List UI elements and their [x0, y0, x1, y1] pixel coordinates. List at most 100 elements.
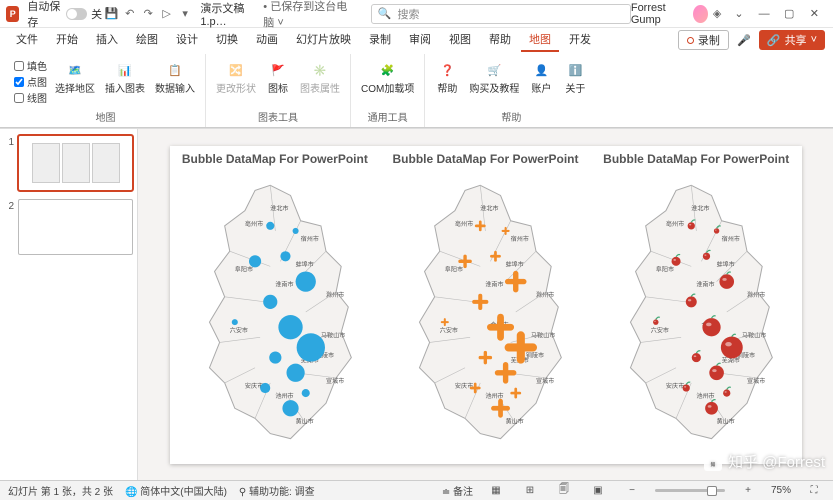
accessibility-status[interactable]: ⚲ 辅助功能: 调查 — [239, 483, 315, 498]
save-icon[interactable]: 💾 — [102, 3, 120, 25]
insert-chart-button[interactable]: 📊插入图表 — [101, 56, 149, 97]
undo-icon[interactable]: ↶ — [121, 3, 139, 25]
svg-text:亳州市: 亳州市 — [666, 219, 684, 227]
toggle-switch-icon[interactable] — [66, 8, 87, 20]
svg-text:宣城市: 宣城市 — [747, 376, 765, 384]
save-status[interactable]: • 已保存到这台电脑 ˅ — [263, 0, 351, 30]
slide-canvas[interactable]: Bubble DataMap For PowerPoint 淮北市亳州市宿州市蚌… — [138, 129, 833, 480]
svg-text:淮南市: 淮南市 — [275, 280, 293, 288]
thumbnail-1[interactable] — [18, 135, 133, 191]
data-input-icon: 📋 — [163, 58, 187, 82]
slide-counter[interactable]: 幻灯片 第 1 张，共 2 张 — [8, 483, 113, 498]
tab-insert[interactable]: 插入 — [88, 28, 126, 52]
com-addin-button[interactable]: 🧩COM加载项 — [357, 56, 418, 97]
region-icon: 🗺️ — [63, 58, 87, 82]
slideshow-view-icon[interactable]: ▣ — [587, 483, 609, 499]
ribbon-group-map: 填色 点图 线图 🗺️选择地区 📊插入图表 📋数据输入 地图 — [6, 54, 206, 127]
icon-map-3[interactable]: 淮北市亳州市宿州市蚌埠市阜阳市淮南市滁州市六安市合肥市马鞍山市芜湖市铜陵市安庆市… — [595, 166, 798, 458]
svg-text:宿州市: 宿州市 — [511, 235, 529, 243]
fill-checkbox[interactable]: 填色 — [14, 58, 47, 73]
autosave-toggle[interactable]: 自动保存 关 — [27, 0, 102, 30]
document-title[interactable]: 演示文稿1.p… — [200, 0, 259, 28]
tab-design[interactable]: 设计 — [168, 28, 206, 52]
svg-text:知: 知 — [711, 460, 716, 467]
map-panel-3: Bubble DataMap For PowerPoint 淮北市亳州市宿州市蚌… — [591, 146, 802, 464]
tab-develop[interactable]: 开发 — [561, 28, 599, 52]
maximize-button[interactable]: ▢ — [777, 3, 802, 25]
help-button[interactable]: ❓帮助 — [431, 56, 463, 97]
slideshow-start-icon[interactable]: ▷ — [157, 3, 175, 25]
diamond-icon[interactable]: ◈ — [708, 3, 726, 25]
language-status[interactable]: 🌐 简体中文(中国大陆) — [125, 483, 227, 498]
line-checkbox[interactable]: 线图 — [14, 90, 47, 105]
watermark: 知 知乎 @Forrest — [704, 451, 825, 472]
bubble-map-1[interactable]: 淮北市亳州市宿州市蚌埠市阜阳市淮南市滁州市六安市合肥市马鞍山市芜湖市铜陵市安庆市… — [174, 166, 377, 458]
zoom-percent[interactable]: 75% — [771, 485, 791, 496]
tab-record[interactable]: 录制 — [361, 28, 399, 52]
account-button[interactable]: 👤账户 — [525, 56, 557, 97]
tab-draw[interactable]: 绘图 — [128, 28, 166, 52]
svg-text:黄山市: 黄山市 — [506, 417, 524, 425]
tab-home[interactable]: 开始 — [48, 28, 86, 52]
slide-thumbnails[interactable]: 1 2 — [0, 129, 138, 480]
search-input[interactable]: 🔍 搜索 — [371, 4, 631, 24]
zhihu-icon: 知 — [704, 453, 722, 471]
select-region-button[interactable]: 🗺️选择地区 — [51, 56, 99, 97]
thumbnail-2[interactable] — [18, 199, 133, 255]
svg-text:滁州市: 滁州市 — [747, 290, 765, 298]
notes-button[interactable]: ≐ 备注 — [442, 483, 473, 498]
about-button[interactable]: ℹ️关于 — [559, 56, 591, 97]
cross-map-2[interactable]: 淮北市亳州市宿州市蚌埠市阜阳市淮南市滁州市六安市合肥市马鞍山市芜湖市铜陵市安庆市… — [384, 166, 587, 458]
mic-icon[interactable]: 🎤 — [735, 31, 753, 49]
zoom-slider[interactable] — [655, 489, 725, 492]
point-checkbox[interactable]: 点图 — [14, 74, 47, 89]
tab-view[interactable]: 视图 — [441, 28, 479, 52]
svg-text:六安市: 六安市 — [651, 326, 669, 334]
svg-text:蚌埠市: 蚌埠市 — [506, 260, 524, 268]
svg-text:淮北市: 淮北市 — [691, 204, 709, 212]
qa-more-icon[interactable]: ▾ — [176, 3, 194, 25]
svg-text:蚌埠市: 蚌埠市 — [716, 260, 734, 268]
close-button[interactable]: ✕ — [802, 3, 827, 25]
reading-view-icon[interactable]: 🗐 — [553, 483, 575, 499]
ribbon: 填色 点图 线图 🗺️选择地区 📊插入图表 📋数据输入 地图 🔀更改形状 🚩图标… — [0, 52, 833, 128]
map-panel-2: Bubble DataMap For PowerPoint 淮北市亳州市宿州市蚌… — [380, 146, 591, 464]
share-button[interactable]: 🔗共享˅ — [759, 30, 825, 50]
search-icon: 🔍 — [378, 7, 392, 20]
data-input-button[interactable]: 📋数据输入 — [151, 56, 199, 97]
zoom-in-icon[interactable]: + — [737, 483, 759, 499]
user-name: Forrest Gump — [631, 2, 687, 26]
tab-file[interactable]: 文件 — [8, 28, 46, 52]
svg-text:马鞍山市: 马鞍山市 — [320, 331, 344, 339]
tab-transitions[interactable]: 切换 — [208, 28, 246, 52]
tab-map[interactable]: 地图 — [521, 28, 559, 52]
normal-view-icon[interactable]: ▦ — [485, 483, 507, 499]
tab-review[interactable]: 审阅 — [401, 28, 439, 52]
svg-text:阜阳市: 阜阳市 — [234, 265, 252, 273]
app-icon: P — [6, 6, 19, 22]
ribbon-group-general: 🧩COM加载项 通用工具 — [351, 54, 425, 127]
shape-button[interactable]: 🚩图标 — [262, 56, 294, 97]
tab-slideshow[interactable]: 幻灯片放映 — [288, 28, 359, 52]
tab-help[interactable]: 帮助 — [481, 28, 519, 52]
sorter-view-icon[interactable]: ⊞ — [519, 483, 541, 499]
zoom-out-icon[interactable]: − — [621, 483, 643, 499]
change-shape-button: 🔀更改形状 — [212, 56, 260, 97]
minimize-button[interactable]: — — [752, 3, 777, 25]
ribbon-group-chart-tools: 🔀更改形状 🚩图标 ✳️图表属性 图表工具 — [206, 54, 351, 127]
tab-animations[interactable]: 动画 — [248, 28, 286, 52]
fit-window-icon[interactable]: ⛶ — [803, 483, 825, 499]
record-button[interactable]: 录制 — [678, 30, 729, 50]
slide[interactable]: Bubble DataMap For PowerPoint 淮北市亳州市宿州市蚌… — [170, 146, 802, 464]
group-label: 通用工具 — [368, 108, 408, 125]
ribbon-options-icon[interactable]: ⌄ — [726, 3, 751, 25]
svg-text:六安市: 六安市 — [229, 326, 247, 334]
user-account[interactable]: Forrest Gump — [631, 2, 708, 26]
svg-text:铜陵市: 铜陵市 — [526, 351, 544, 359]
svg-text:阜阳市: 阜阳市 — [656, 265, 674, 273]
thumb-number: 1 — [4, 135, 14, 191]
redo-icon[interactable]: ↷ — [139, 3, 157, 25]
record-icon — [687, 37, 694, 44]
autosave-state: 关 — [91, 6, 102, 22]
buy-button[interactable]: 🛒购买及教程 — [465, 56, 523, 97]
